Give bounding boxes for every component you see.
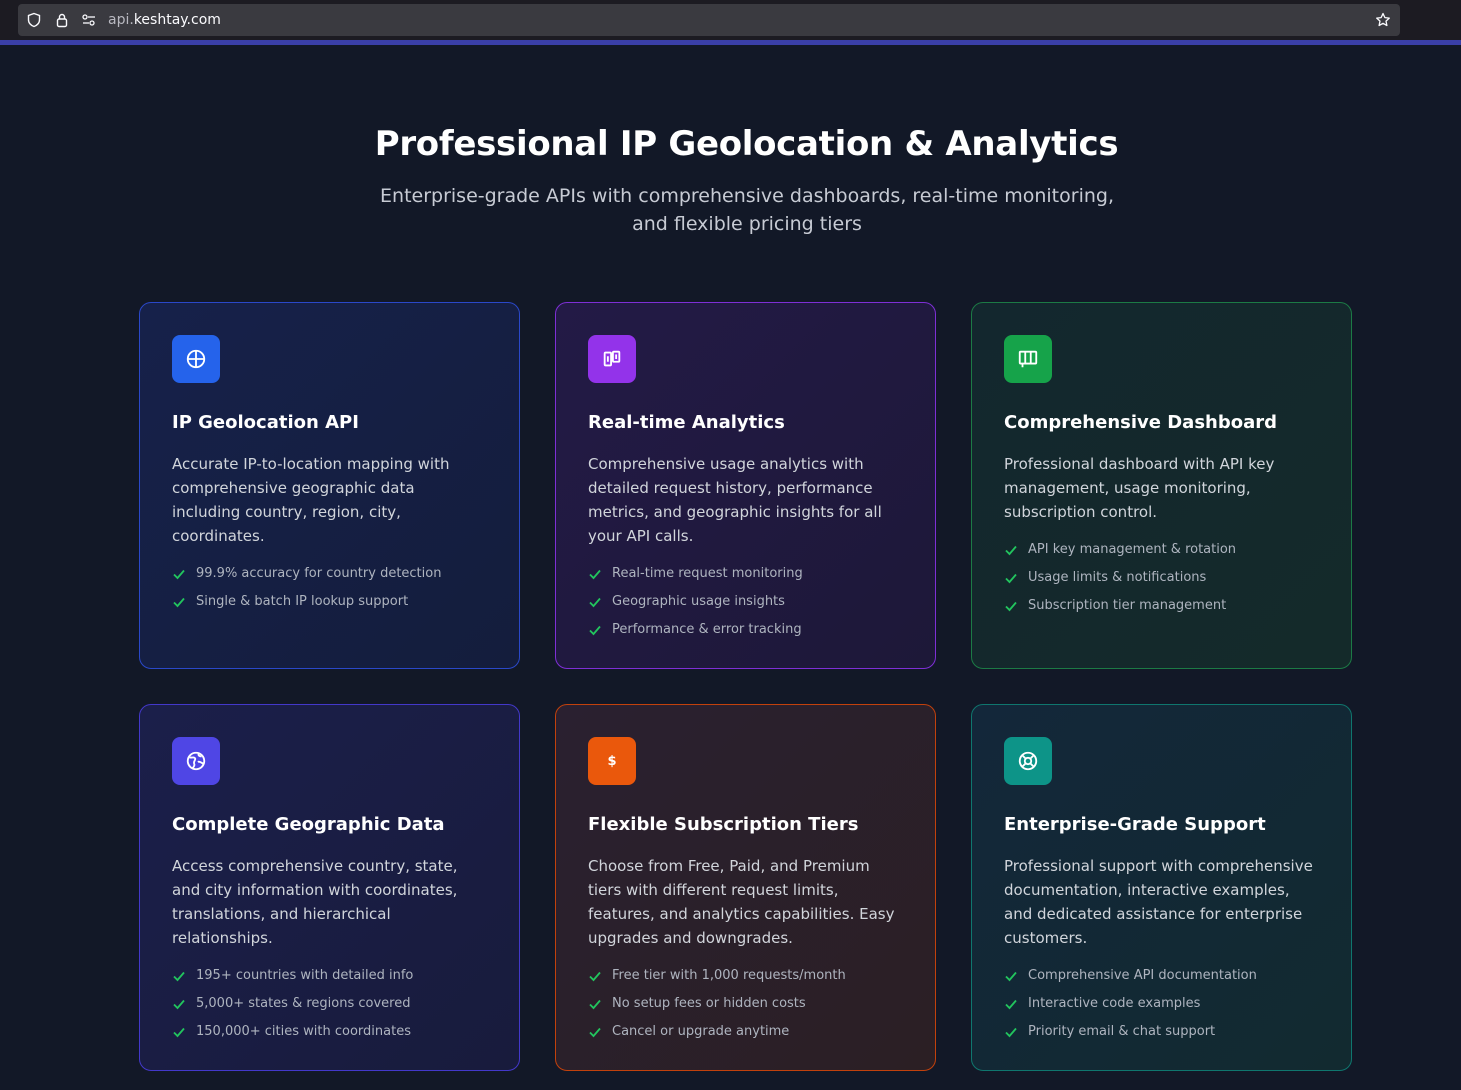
check-icon [1005,573,1017,584]
address-bar[interactable]: api.keshtay.com [18,4,1400,36]
check-icon [589,597,601,608]
check-icon [589,1027,601,1038]
analytics-icon [588,335,636,383]
feature-item: Geographic usage insights [588,588,903,616]
check-icon [1005,971,1017,982]
feature-list: Real-time request monitoring Geographic … [588,560,903,644]
card-description: Professional support with comprehensive … [1004,857,1313,947]
feature-text: Priority email & chat support [1028,1024,1216,1039]
feature-card-dashboard: Comprehensive Dashboard Professional das… [971,302,1352,669]
page-subtitle: Enterprise-grade APIs with comprehensive… [380,185,1114,235]
browser-toolbar: api.keshtay.com [0,0,1461,40]
feature-list: API key management & rotation Usage limi… [1004,536,1319,620]
feature-item: Interactive code examples [1004,990,1319,1018]
card-title: Flexible Subscription Tiers [588,814,859,835]
dollar-sign: $ [607,753,617,769]
feature-item: 5,000+ states & regions covered [172,990,487,1018]
card-description: Access comprehensive country, state, and… [172,857,458,947]
card-description: Professional dashboard with API key mana… [1004,455,1275,521]
feature-item: 150,000+ cities with coordinates [172,1018,487,1046]
feature-text: 195+ countries with detailed info [196,968,414,983]
check-icon [1005,1027,1017,1038]
feature-item: Real-time request monitoring [588,560,903,588]
feature-list: Comprehensive API documentation Interact… [1004,962,1319,1046]
card-description: Accurate IP-to-location mapping with com… [172,455,450,545]
feature-item: Usage limits & notifications [1004,564,1319,592]
url-text[interactable]: api.keshtay.com [108,12,221,28]
feature-text: Comprehensive API documentation [1028,968,1257,983]
card-title: Complete Geographic Data [172,814,445,835]
feature-item: Priority email & chat support [1004,1018,1319,1046]
check-icon [1005,545,1017,556]
feature-text: Single & batch IP lookup support [196,594,409,609]
card-title: Enterprise-Grade Support [1004,814,1266,835]
feature-text: Free tier with 1,000 requests/month [612,968,846,983]
feature-text: No setup fees or hidden costs [612,996,806,1011]
card-description: Choose from Free, Paid, and Premium tier… [588,857,895,947]
check-icon [1005,999,1017,1010]
check-icon [589,569,601,580]
feature-item: Free tier with 1,000 requests/month [588,962,903,990]
dashboard-icon [1004,335,1052,383]
feature-item: 195+ countries with detailed info [172,962,487,990]
feature-text: API key management & rotation [1028,542,1237,557]
url-domain: keshtay.com [133,12,221,28]
card-title: Real-time Analytics [588,412,785,433]
check-icon [173,971,185,982]
feature-card-realtime-analytics: Real-time Analytics Comprehensive usage … [555,302,936,669]
feature-item: Single & batch IP lookup support [172,588,487,616]
site-permissions-icon[interactable] [81,12,97,28]
check-icon [589,971,601,982]
feature-list: 99.9% accuracy for country detection Sin… [172,560,487,616]
feature-text: Interactive code examples [1028,996,1201,1011]
feature-text: Performance & error tracking [612,622,802,637]
feature-item: Performance & error tracking [588,616,903,644]
url-subdomain: api. [108,12,134,28]
lock-icon[interactable] [54,12,70,28]
page-top-accent-line [0,40,1461,45]
feature-item: Cancel or upgrade anytime [588,1018,903,1046]
shield-icon[interactable] [26,12,42,28]
feature-card-geographic-data: Complete Geographic Data Access comprehe… [139,704,520,1071]
card-title: Comprehensive Dashboard [1004,412,1278,433]
feature-text: 99.9% accuracy for country detection [196,566,442,581]
check-icon [173,569,185,580]
feature-item: No setup fees or hidden costs [588,990,903,1018]
feature-item: Comprehensive API documentation [1004,962,1319,990]
feature-item: Subscription tier management [1004,592,1319,620]
world-map-icon [172,737,220,785]
feature-text: Geographic usage insights [612,594,785,609]
card-title: IP Geolocation API [172,412,359,433]
check-icon [173,1027,185,1038]
feature-text: Real-time request monitoring [612,566,803,581]
support-lifebuoy-icon [1004,737,1052,785]
feature-card-ip-geolocation: IP Geolocation API Accurate IP-to-locati… [139,302,520,669]
check-icon [589,999,601,1010]
check-icon [173,597,185,608]
feature-list: 195+ countries with detailed info 5,000+… [172,962,487,1046]
check-icon [589,625,601,636]
feature-text: 150,000+ cities with coordinates [196,1024,411,1039]
globe-icon [172,335,220,383]
feature-item: API key management & rotation [1004,536,1319,564]
feature-list: Free tier with 1,000 requests/month No s… [588,962,903,1046]
feature-card-enterprise-support: Enterprise-Grade Support Professional su… [971,704,1352,1071]
feature-card-subscription-tiers: $ Flexible Subscription Tiers Choose fro… [555,704,936,1071]
feature-text: Usage limits & notifications [1028,570,1207,585]
card-description: Comprehensive usage analytics with detai… [588,455,882,545]
feature-text: 5,000+ states & regions covered [196,996,411,1011]
bookmark-star-icon[interactable] [1375,12,1391,28]
page-title: Professional IP Geolocation & Analytics [374,124,1119,164]
check-icon [173,999,185,1010]
check-icon [1005,601,1017,612]
dollar-icon: $ [588,737,636,785]
feature-item: 99.9% accuracy for country detection [172,560,487,588]
feature-text: Cancel or upgrade anytime [612,1024,790,1039]
feature-text: Subscription tier management [1028,598,1227,613]
